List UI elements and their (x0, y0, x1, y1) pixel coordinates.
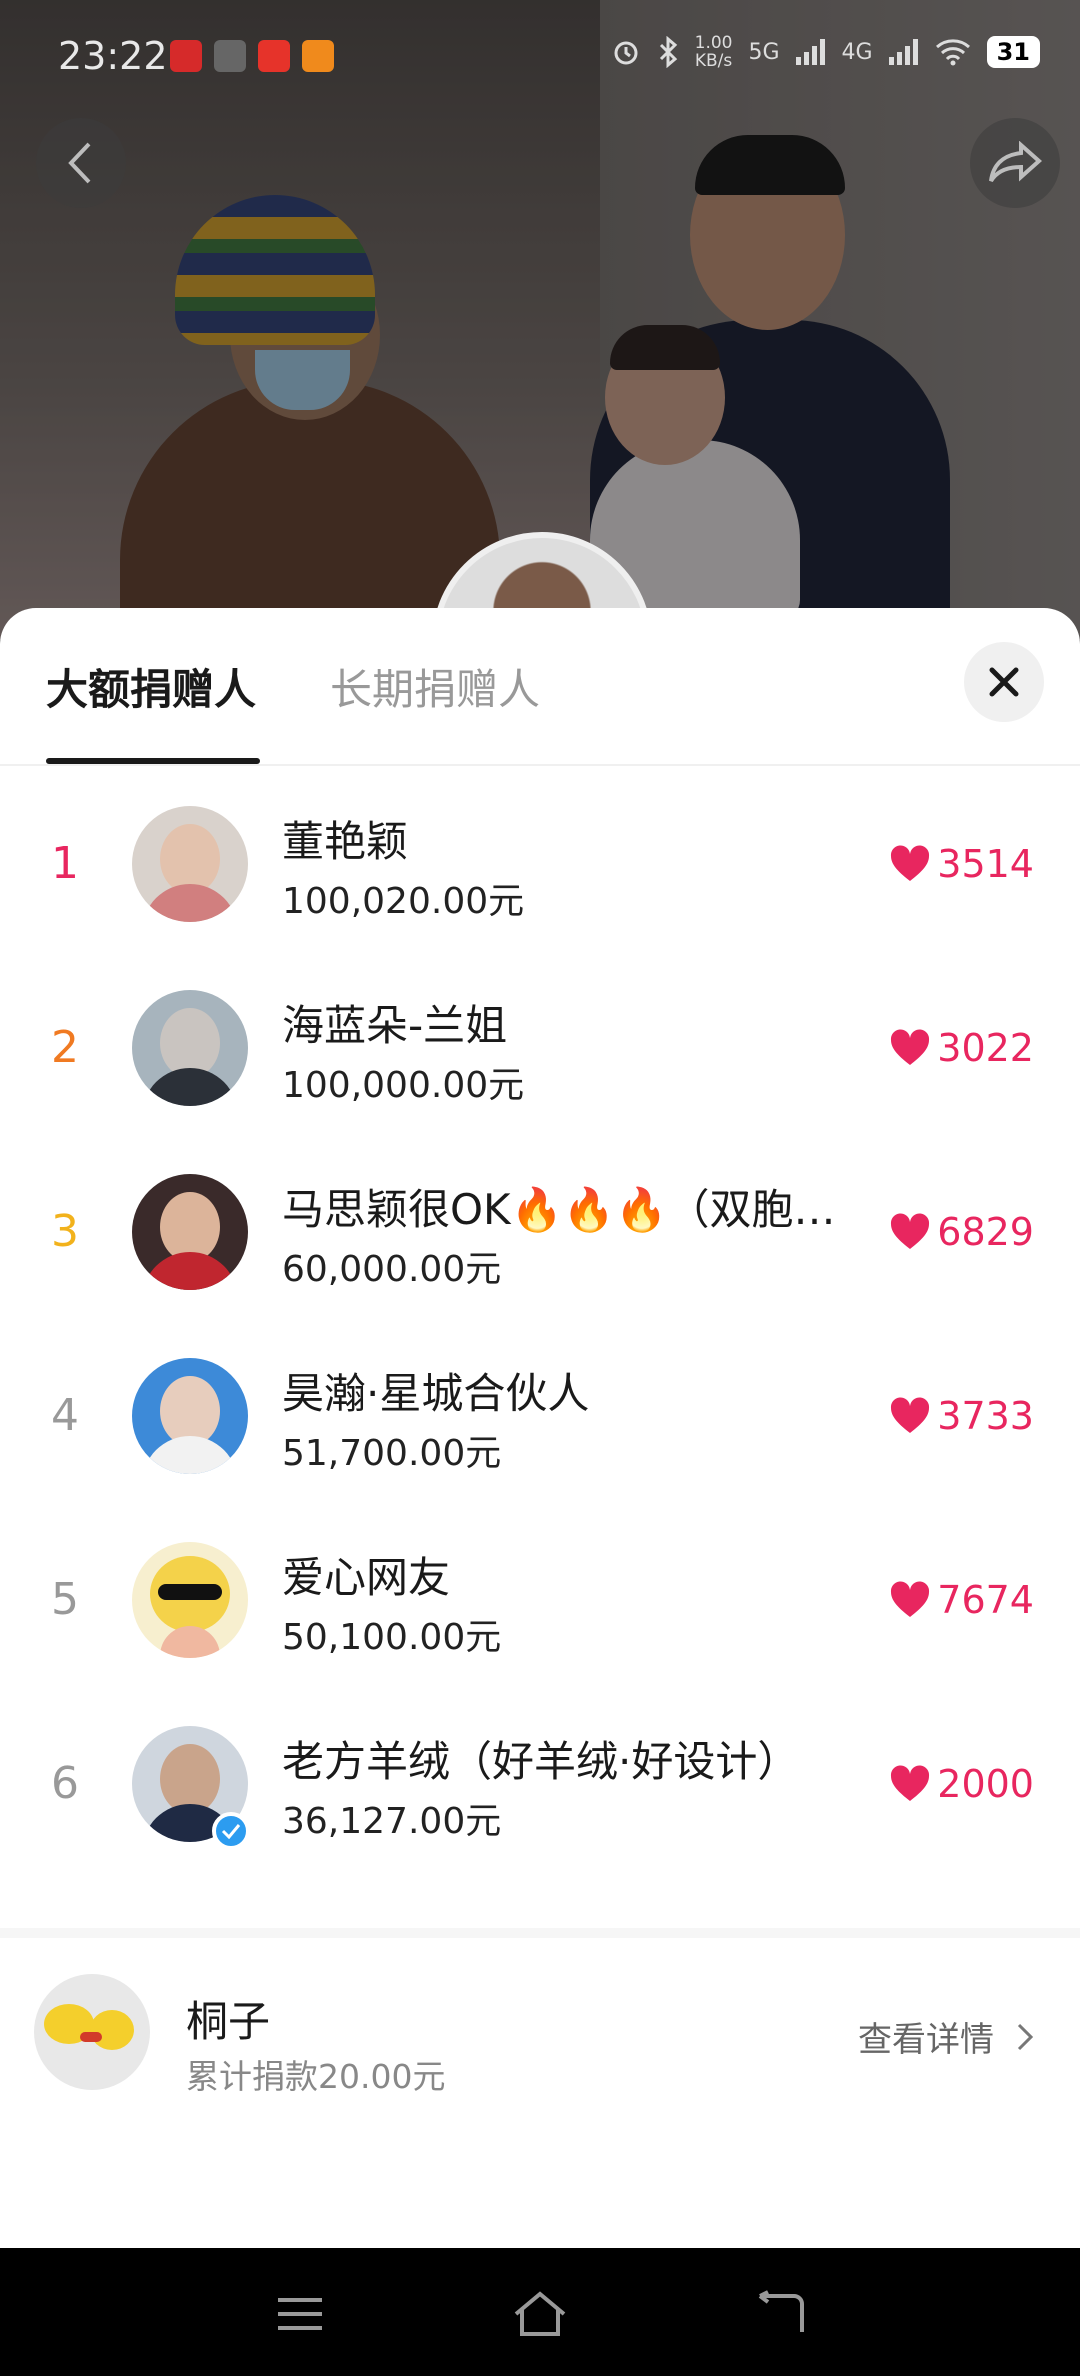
network-speed: 1.00 KB/s (695, 34, 733, 70)
app-notification-icon (170, 40, 202, 72)
status-bar: 23:22 1.00 KB/s 5G 4G 31 (0, 0, 1080, 110)
verified-badge-icon (212, 1812, 250, 1850)
like-button[interactable]: 3022 (889, 1026, 1034, 1070)
home-button[interactable] (508, 2282, 572, 2346)
rank-number: 6 (51, 1758, 79, 1809)
home-icon (514, 2291, 566, 2336)
close-button[interactable] (964, 642, 1044, 722)
donor-list: 1 董艳颖 100,020.00元 3514 2 海蓝朵-兰姐 100,000.… (0, 790, 1080, 1894)
like-count: 6829 (937, 1210, 1034, 1254)
active-tab-indicator (46, 758, 260, 764)
like-button[interactable]: 6829 (889, 1210, 1034, 1254)
tab-bar: 大额捐赠人 长期捐赠人 (0, 608, 1080, 766)
app-notification-icon (214, 40, 246, 72)
network-speed-value: 1.00 (694, 33, 733, 53)
donation-amount: 60,000.00元 (282, 1249, 502, 1290)
bluetooth-icon (659, 36, 677, 68)
donor-name: 爱心网友 (282, 1553, 451, 1602)
rank-number: 2 (51, 1022, 79, 1073)
chevron-right-icon (1017, 2023, 1034, 2050)
signal-bars-icon (795, 39, 825, 65)
like-button[interactable]: 2000 (889, 1762, 1034, 1806)
donor-avatar (132, 990, 248, 1106)
system-nav-bar (0, 2248, 1080, 2376)
donor-row[interactable]: 6 老方羊绒（好羊绒·好设计） 36,127.00元 2000 (0, 1710, 1080, 1894)
alarm-icon (614, 41, 638, 65)
donation-amount: 36,127.00元 (282, 1801, 502, 1842)
my-donation-row[interactable]: 桐子 累计捐款20.00元 查看详情 (0, 1938, 1080, 2096)
like-count: 7674 (937, 1578, 1034, 1622)
donor-name: 昊瀚·星城合伙人 (282, 1369, 590, 1418)
app-notification-icon (302, 40, 334, 72)
donor-name: 马思颖很OK🔥🔥🔥（双胞… (282, 1185, 836, 1234)
view-details-link[interactable]: 查看详情 (858, 2012, 1034, 2061)
tab-long-term-donors[interactable]: 长期捐赠人 (330, 656, 540, 717)
signal-4g-label: 4G (841, 39, 873, 65)
wifi-icon (935, 39, 970, 66)
donor-row[interactable]: 4 昊瀚·星城合伙人 51,700.00元 3733 (0, 1342, 1080, 1526)
donor-avatar (132, 1542, 248, 1658)
battery-level: 31 (986, 36, 1040, 68)
donor-avatar (132, 1174, 248, 1290)
heart-icon (891, 1581, 930, 1617)
share-button[interactable] (970, 118, 1060, 208)
like-count: 3022 (937, 1026, 1034, 1070)
network-speed-unit: KB/s (694, 51, 733, 71)
rank-number: 1 (51, 838, 79, 889)
rank-number: 5 (51, 1574, 79, 1625)
rank-number: 4 (51, 1390, 79, 1441)
back-button[interactable] (36, 118, 126, 208)
like-count: 3514 (937, 842, 1034, 886)
menu-icon (278, 2298, 322, 2330)
like-count: 3733 (937, 1394, 1034, 1438)
heart-icon (891, 1029, 930, 1065)
signal-bars-icon (888, 39, 918, 65)
heart-icon (891, 1213, 930, 1249)
chevron-left-icon (68, 142, 91, 184)
my-name: 桐子 (186, 1997, 271, 2046)
donation-amount: 100,020.00元 (282, 881, 525, 922)
donor-name: 老方羊绒（好羊绒·好设计） (282, 1737, 800, 1786)
donation-amount: 51,700.00元 (282, 1433, 502, 1474)
taobao-notification-icon (258, 40, 290, 72)
recent-apps-button[interactable] (268, 2282, 332, 2346)
donor-avatar (132, 806, 248, 922)
my-avatar (34, 1974, 150, 2090)
section-divider (0, 1928, 1080, 1938)
donor-ranking-sheet: 大额捐赠人 长期捐赠人 1 董艳颖 100,020.00元 3514 2 海蓝朵… (0, 608, 1080, 2248)
tab-major-donors[interactable]: 大额捐赠人 (46, 656, 256, 717)
donor-name: 海蓝朵-兰姐 (282, 1001, 508, 1050)
like-button[interactable]: 3514 (889, 842, 1034, 886)
like-button[interactable]: 3733 (889, 1394, 1034, 1438)
donor-row[interactable]: 3 马思颖很OK🔥🔥🔥（双胞… 60,000.00元 6829 (0, 1158, 1080, 1342)
donation-amount: 50,100.00元 (282, 1617, 502, 1658)
heart-icon (891, 1765, 930, 1801)
system-back-button[interactable] (748, 2282, 812, 2346)
status-time: 23:22 (58, 34, 168, 78)
donor-row[interactable]: 2 海蓝朵-兰姐 100,000.00元 3022 (0, 974, 1080, 1158)
donation-amount: 100,000.00元 (282, 1065, 525, 1106)
donor-name: 董艳颖 (282, 817, 409, 866)
notification-icons (170, 40, 334, 72)
like-button[interactable]: 7674 (889, 1578, 1034, 1622)
view-details-label: 查看详情 (858, 2020, 994, 2060)
back-arrow-icon (758, 2290, 804, 2332)
donor-row[interactable]: 1 董艳颖 100,020.00元 3514 (0, 790, 1080, 974)
heart-icon (891, 1397, 930, 1433)
signal-5g-label: 5G (748, 39, 780, 65)
share-arrow-icon (989, 141, 1043, 183)
close-icon (989, 667, 1019, 697)
donor-avatar (132, 1358, 248, 1474)
donor-row[interactable]: 5 爱心网友 50,100.00元 7674 (0, 1526, 1080, 1710)
like-count: 2000 (937, 1762, 1034, 1806)
my-total-donation: 累计捐款20.00元 (186, 2057, 446, 2096)
heart-icon (891, 845, 930, 881)
rank-number: 3 (51, 1206, 79, 1257)
